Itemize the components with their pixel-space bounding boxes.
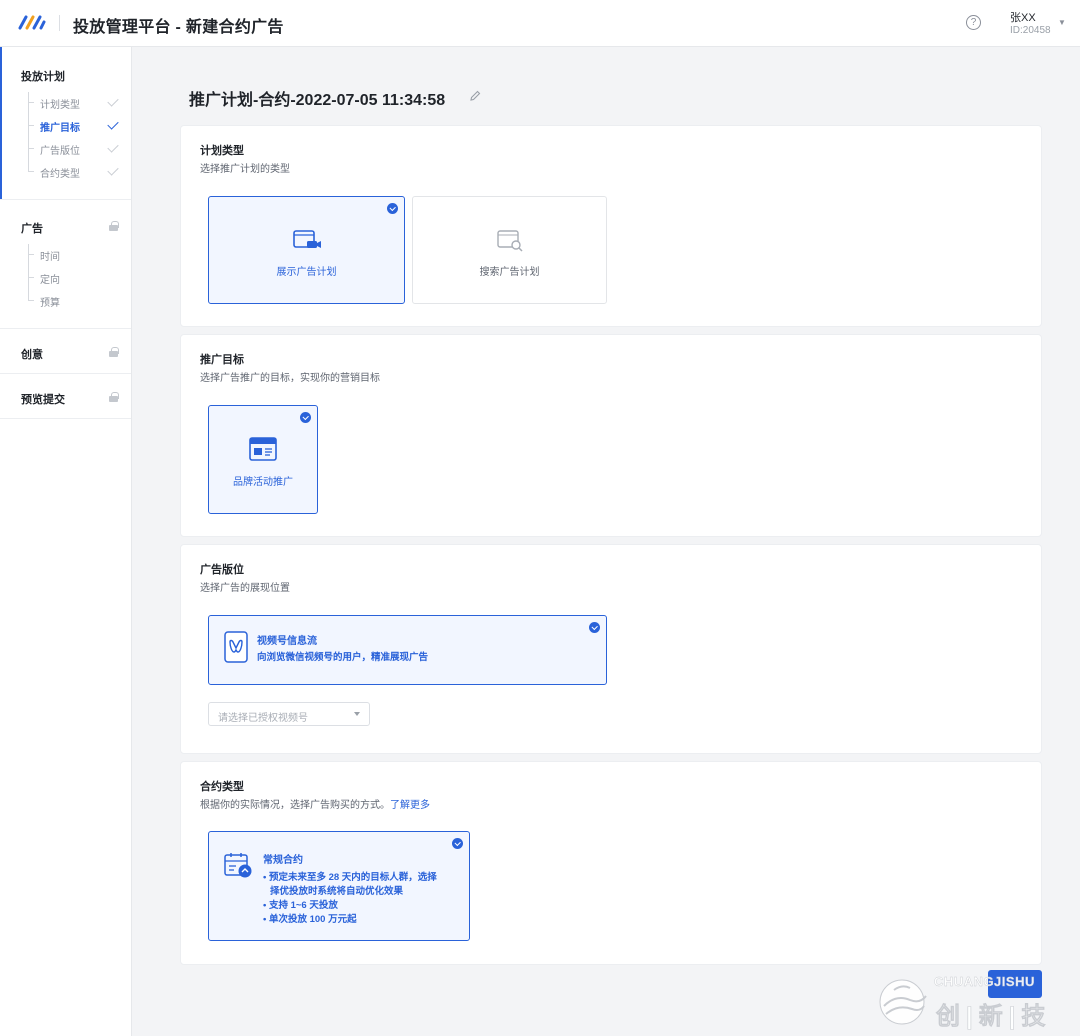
option-label: 搜索广告计划 <box>479 267 540 278</box>
help-icon[interactable]: ? <box>966 15 981 30</box>
check-icon <box>107 118 119 130</box>
calendar-contract-icon <box>224 853 252 878</box>
option-title: 常规合约 <box>263 855 303 866</box>
card-subtitle: 选择推广计划的类型 <box>200 164 290 175</box>
plan-title: 推广计划-合约-2022-07-05 11:34:58 <box>189 92 446 109</box>
sidebar-section-ad: 广告 时间 定向 预算 <box>0 200 131 329</box>
card-goal: 推广目标 选择广告推广的目标，实现你的营销目标 品牌活动推广 <box>180 334 1042 537</box>
sidebar-item-contract-type[interactable]: 合约类型 <box>40 165 80 180</box>
sidebar-section-preview: 预览提交 <box>0 374 131 419</box>
sidebar-section-title[interactable]: 预览提交 <box>21 391 65 407</box>
selected-check-icon <box>452 838 463 849</box>
brand-campaign-icon <box>249 437 277 461</box>
selected-check-icon <box>387 203 398 214</box>
display-ad-icon <box>293 230 321 248</box>
selected-check-icon <box>300 412 311 423</box>
sidebar-item-placement[interactable]: 广告版位 <box>40 142 80 157</box>
tree-branch <box>28 171 34 172</box>
option-bullet: • 支持 1~6 天投放 <box>263 900 338 911</box>
tree-branch <box>28 277 34 278</box>
option-label: 品牌活动推广 <box>233 477 293 488</box>
watermark-english: CHUANGJISHU <box>934 974 1035 989</box>
selected-check-icon <box>589 622 600 633</box>
sidebar-item-goal[interactable]: 推广目标 <box>40 119 80 134</box>
lock-icon <box>109 347 119 357</box>
learn-more-link[interactable]: 了解更多 <box>390 800 430 811</box>
sidebar-section-title[interactable]: 创意 <box>21 346 43 362</box>
option-regular-contract[interactable]: 常规合约 • 预定未来至多 28 天内的目标人群，选择 择优投放时系统将自动优化… <box>208 831 470 941</box>
option-bullet: • 预定未来至多 28 天内的目标人群，选择 <box>263 872 437 883</box>
tree-branch <box>28 125 34 126</box>
option-brand-campaign[interactable]: 品牌活动推广 <box>208 405 318 514</box>
sidebar-item-targeting[interactable]: 定向 <box>40 271 60 286</box>
platform-logo[interactable] <box>18 12 46 32</box>
tree-branch <box>28 102 34 103</box>
card-subtitle: 选择广告的展现位置 <box>200 583 290 594</box>
option-description: 向浏览微信视频号的用户，精准展现广告 <box>257 652 429 663</box>
check-icon <box>107 141 119 153</box>
watermark-chinese: 创|新|技 <box>936 1003 1052 1031</box>
card-subtitle: 选择广告推广的目标，实现你的营销目标 <box>200 373 380 384</box>
header-divider <box>59 15 60 31</box>
card-title: 推广目标 <box>200 354 244 366</box>
card-plan-type: 计划类型 选择推广计划的类型 展示广告计划 搜索广告计划 <box>180 125 1042 327</box>
sidebar-tree-line <box>28 92 29 171</box>
card-title: 合约类型 <box>200 781 244 793</box>
card-placement: 广告版位 选择广告的展现位置 视频号信息流 向浏览微信视频号的用户，精准展现广告… <box>180 544 1042 754</box>
option-search-ad-plan[interactable]: 搜索广告计划 <box>412 196 607 304</box>
lock-icon <box>109 221 119 231</box>
option-bullet: 择优投放时系统将自动优化效果 <box>270 886 404 897</box>
lock-icon <box>109 392 119 402</box>
option-bullet: • 单次投放 100 万元起 <box>263 914 357 925</box>
option-title: 视频号信息流 <box>257 636 317 647</box>
sidebar-section-plan: 投放计划 计划类型 推广目标 广告版位 合约类型 <box>0 47 131 200</box>
option-display-ad-plan[interactable]: 展示广告计划 <box>208 196 405 304</box>
channels-icon <box>224 631 248 663</box>
sidebar-item-budget[interactable]: 预算 <box>40 294 60 309</box>
user-name[interactable]: 张XX <box>1010 9 1036 25</box>
card-title: 计划类型 <box>200 145 244 157</box>
sidebar-section-title[interactable]: 投放计划 <box>21 68 65 84</box>
subtitle-text: 根据你的实际情况，选择广告购买的方式。 <box>200 800 390 811</box>
select-placeholder: 请选择已授权视频号 <box>218 713 308 724</box>
option-label: 展示广告计划 <box>276 267 337 278</box>
app-title: 投放管理平台 - 新建合约广告 <box>73 19 284 36</box>
chevron-down-icon <box>354 712 360 716</box>
sidebar: 投放计划 计划类型 推广目标 广告版位 合约类型 广告 时间 定向 预算 创意 … <box>0 47 132 1036</box>
card-title: 广告版位 <box>200 564 244 576</box>
tree-branch <box>28 300 34 301</box>
edit-pencil-icon[interactable] <box>470 90 481 101</box>
watermark: CHUANGJISHU 创|新|技 <box>876 972 1076 1032</box>
user-id: ID:20458 <box>1010 25 1051 36</box>
sidebar-section-title[interactable]: 广告 <box>21 220 43 236</box>
user-menu-caret-icon[interactable]: ▼ <box>1058 18 1066 27</box>
search-ad-icon <box>497 230 523 252</box>
option-channels-feed[interactable]: 视频号信息流 向浏览微信视频号的用户，精准展现广告 <box>208 615 607 685</box>
check-icon <box>107 95 119 107</box>
card-contract-type: 合约类型 根据你的实际情况，选择广告购买的方式。了解更多 常规合约 • 预定未来… <box>180 761 1042 965</box>
tree-branch <box>28 254 34 255</box>
top-header: 投放管理平台 - 新建合约广告 ? 张XX ID:20458 ▼ <box>0 0 1080 47</box>
card-subtitle: 根据你的实际情况，选择广告购买的方式。了解更多 <box>200 796 430 811</box>
sidebar-item-time[interactable]: 时间 <box>40 248 60 263</box>
check-icon <box>107 164 119 176</box>
channel-account-select[interactable]: 请选择已授权视频号 <box>208 702 370 726</box>
sidebar-item-plan-type[interactable]: 计划类型 <box>40 96 80 111</box>
watermark-logo-icon <box>879 979 927 1025</box>
sidebar-section-creative: 创意 <box>0 329 131 374</box>
sidebar-tree-line <box>28 244 29 300</box>
tree-branch <box>28 148 34 149</box>
